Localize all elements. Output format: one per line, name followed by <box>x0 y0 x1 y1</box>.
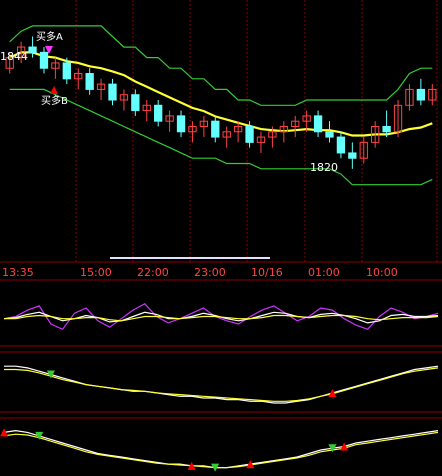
time-axis-label: 10/16 <box>251 266 283 279</box>
candle-body <box>325 131 334 138</box>
candle-body <box>348 152 357 159</box>
buy-marker-b-arrow <box>50 86 58 94</box>
step-indicator-panel-1 <box>4 365 439 404</box>
candle-body <box>85 73 94 90</box>
indicator-series-line <box>3 429 439 469</box>
candle-body <box>62 62 71 80</box>
step-indicator-panel-2 <box>0 428 439 472</box>
low-price-label: 1820 <box>310 161 338 174</box>
indicator-series-line <box>4 367 439 402</box>
candle-body <box>211 120 220 138</box>
candle-body <box>154 104 163 122</box>
candle-body <box>176 115 186 133</box>
moving-average-line <box>9 51 433 137</box>
candle-body <box>313 115 323 133</box>
time-axis-label: 23:00 <box>194 266 226 279</box>
time-axis-label: 01:00 <box>308 266 340 279</box>
candle-body <box>245 125 254 143</box>
channel-lower-line <box>9 88 433 186</box>
time-axis-label: 22:00 <box>137 266 169 279</box>
channel-upper-line <box>9 25 433 106</box>
buy-marker-b-label: 买多B <box>41 94 68 107</box>
candle-body <box>382 125 391 133</box>
high-price-label: 1844 <box>0 50 28 63</box>
candle-body <box>336 136 346 154</box>
time-axis-label: 15:00 <box>80 266 112 279</box>
candle-body <box>39 51 49 69</box>
candle-body <box>108 83 117 101</box>
candle-body <box>416 88 426 101</box>
buy-marker-a-label: 买多A <box>36 30 63 43</box>
indicator-series-line <box>3 431 439 469</box>
oscillator-panel <box>3 302 439 331</box>
time-axis-label: 13:35 <box>2 266 34 279</box>
main-price-panel <box>5 25 437 259</box>
chart-canvas: 13:35 15:00 22:00 23:00 10/16 01:00 10:00 1844… <box>0 0 442 472</box>
time-axis: 13:35 15:00 22:00 23:00 10/16 01:00 10:00 <box>2 266 398 279</box>
time-axis-label: 10:00 <box>366 266 398 279</box>
candle-body <box>131 94 140 112</box>
candle-body <box>28 46 37 53</box>
